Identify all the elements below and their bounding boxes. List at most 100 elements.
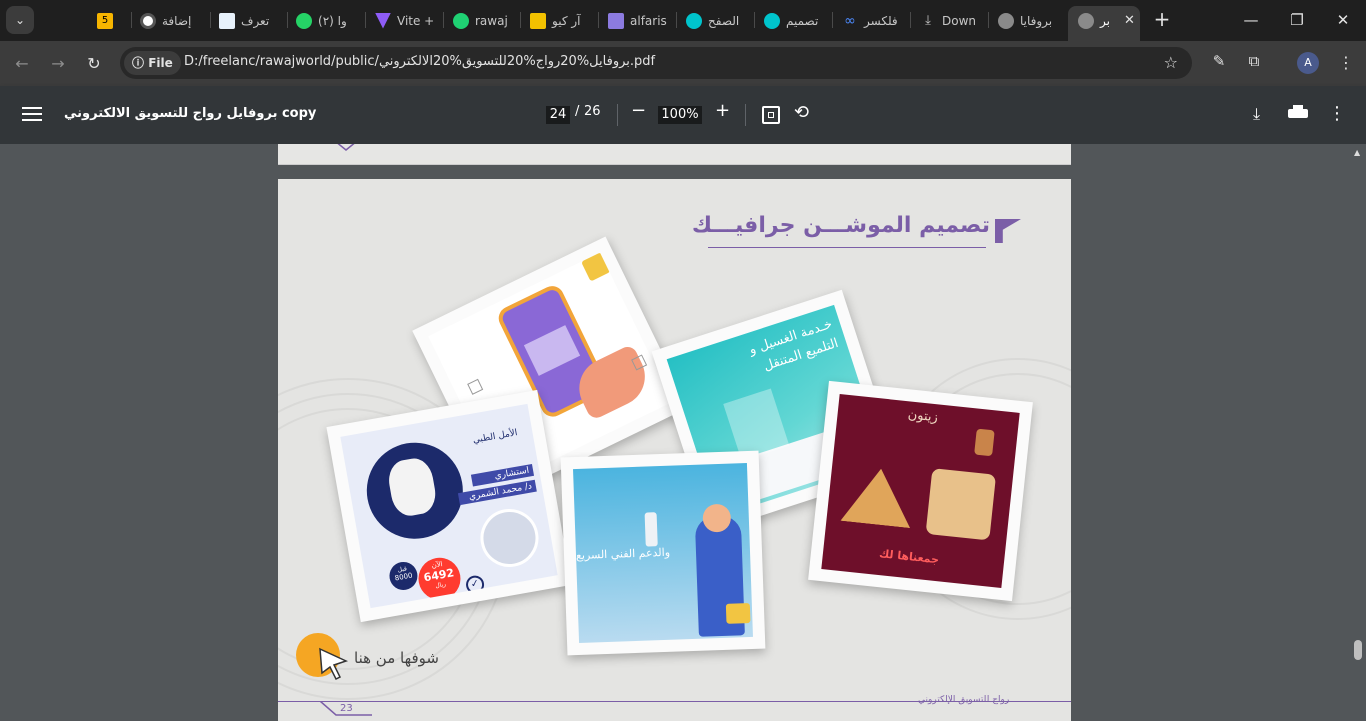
reload-button[interactable]: ↻ [81,51,107,77]
tab-divider [365,12,366,28]
tab-favicon-icon [608,12,624,29]
zaitoun-tagline: جمعناها لك [878,547,940,567]
pdf-viewer[interactable]: تصميم الموشـــن جرافيـــك خـدمة الغسيل و… [0,144,1366,721]
tab-divider [910,12,911,28]
profile-avatar[interactable]: A [1297,52,1319,74]
zoom-in-button[interactable]: + [715,100,730,121]
tab-canva-page[interactable]: الصفح [686,8,748,33]
tab-canva-design[interactable]: تصميم [764,8,828,33]
pastry-illustration [925,468,997,541]
new-tab-button[interactable]: + [1150,8,1174,32]
tab-vite[interactable]: Vite + [375,8,437,33]
cta-link[interactable]: شوفها من هنا [296,631,496,691]
tab-divider [287,12,288,28]
scrollbar-thumb[interactable] [1354,640,1362,660]
close-icon[interactable]: ✕ [1124,13,1134,28]
tab-divider [832,12,833,28]
download-icon: ⤓ [925,12,931,28]
vite-icon [375,12,391,29]
infinity-icon: ∞ [844,12,856,29]
browser-menu-icon[interactable]: ⋮ [1338,52,1354,74]
car-wash-text: خـدمة الغسيل و التلميع المتنقل [747,316,841,375]
tab-add[interactable]: إضافة [140,8,210,33]
clinic-name: الأمل الطبي [472,428,519,446]
back-button[interactable]: ← [9,51,35,77]
tab-label: Vite + [397,13,435,28]
footer-brand: رواج للتسويق الإلكتروني [918,695,1010,705]
tab-label: فلكسر [864,13,898,28]
chevron-down-icon: ⌄ [14,13,26,27]
tab-qr[interactable]: آر كيو [530,8,590,33]
download-icon: ⤓ [1253,104,1261,123]
tab-favicon-icon [140,12,156,29]
page-separator: / [575,104,580,119]
zoom-out-button[interactable]: − [631,100,646,121]
sidebar-menu-icon[interactable] [22,105,42,123]
pdf-title: بروفايل رواج للتسويق الالكتروني copy [64,106,317,121]
avatar-initial: A [1304,56,1312,69]
tab-whatsapp[interactable]: (٢) وا [296,8,358,33]
extensions-pin-icon[interactable]: ✎ [1208,52,1230,74]
page-footer-ornament [337,144,355,151]
address-bar[interactable]: ⓘ File D:/freelanc/rawajworld/public/برو… [120,47,1192,79]
samosa-illustration [840,465,915,528]
restore-button[interactable]: ❐ [1274,8,1320,32]
tab-favicon-icon [530,12,546,29]
plus-icon: + [715,100,731,121]
wrench-icon [644,512,658,547]
toolbox-icon [725,603,751,624]
previous-page-fragment [278,144,1071,165]
plus-icon: + [1153,7,1171,31]
tab-rawaj[interactable]: rawaj [453,8,511,33]
url-text[interactable]: D:/freelanc/rawajworld/public/بروفايل%20… [184,54,655,69]
bookmark-star-icon[interactable]: ☆ [1164,53,1178,72]
page-number-input[interactable]: 24 [546,106,570,124]
pdf-more-icon[interactable]: ⋮ [1328,103,1346,124]
minimize-button[interactable]: — [1228,8,1274,32]
tab-flexer[interactable]: ∞ فلكسر [842,8,904,33]
print-button[interactable] [1288,105,1308,121]
page-number: 23 [340,703,353,714]
tab-profile-1[interactable]: بروفايا [998,8,1060,33]
tab-label: تصميم [786,13,819,28]
cursor-click-icon [319,647,349,681]
section-heading: تصميم الموشـــن جرافيـــك [691,213,990,238]
tab-profile-2[interactable]: بر ✕ [1078,8,1134,33]
info-icon: ⓘ [132,56,145,70]
tab-divider [988,12,989,28]
tab-divider [443,12,444,28]
tab-search-button[interactable]: ⌄ [6,6,34,34]
tab-label: (٢) وا [318,13,347,28]
site-info-chip[interactable]: ⓘ File [124,51,181,75]
tab-label: بروفايا [1020,13,1053,28]
close-window-button[interactable]: ✕ [1320,8,1366,32]
file-chip-label: File [148,56,173,70]
zoom-level-input[interactable]: 100% [658,106,702,124]
checkbox-doodle-icon [467,378,484,395]
tab-learn[interactable]: تعرف [219,8,281,33]
extensions-icon[interactable]: ⧉ [1243,52,1265,74]
tab-label: بر [1100,13,1110,28]
tab-strip: ⌄ 5 إضافة تعرف (٢) وا Vite + rawaj آر كي… [0,0,1366,41]
download-button[interactable]: ⤓ [1253,104,1260,124]
tab-downloads[interactable]: ⤓ Down [920,8,980,33]
vertical-scrollbar[interactable]: ▲ [1350,144,1366,721]
pdf-toolbar: بروفايل رواج للتسويق الالكتروني copy 24 … [0,86,1366,144]
tab-label: alfaris [630,13,667,28]
rotate-button[interactable]: ⟲ [794,102,809,123]
scroll-up-arrow-icon[interactable]: ▲ [1354,148,1360,157]
printer-paper [1293,105,1303,110]
tab-label: تعرف [241,13,270,28]
tab-divider [676,12,677,28]
canva-icon [764,12,780,29]
tab-label: rawaj [475,13,508,28]
tab-label: الصفح [708,13,740,28]
toolbar-divider [617,104,618,126]
fit-to-page-button[interactable] [762,106,780,124]
tab-label: Down [942,13,977,28]
tab-favicon-icon [219,12,235,29]
tab-alfaris[interactable]: alfaris [608,8,670,33]
globe-icon [998,12,1014,29]
tab-5[interactable]: 5 [97,8,125,33]
forward-button[interactable]: → [45,51,71,77]
